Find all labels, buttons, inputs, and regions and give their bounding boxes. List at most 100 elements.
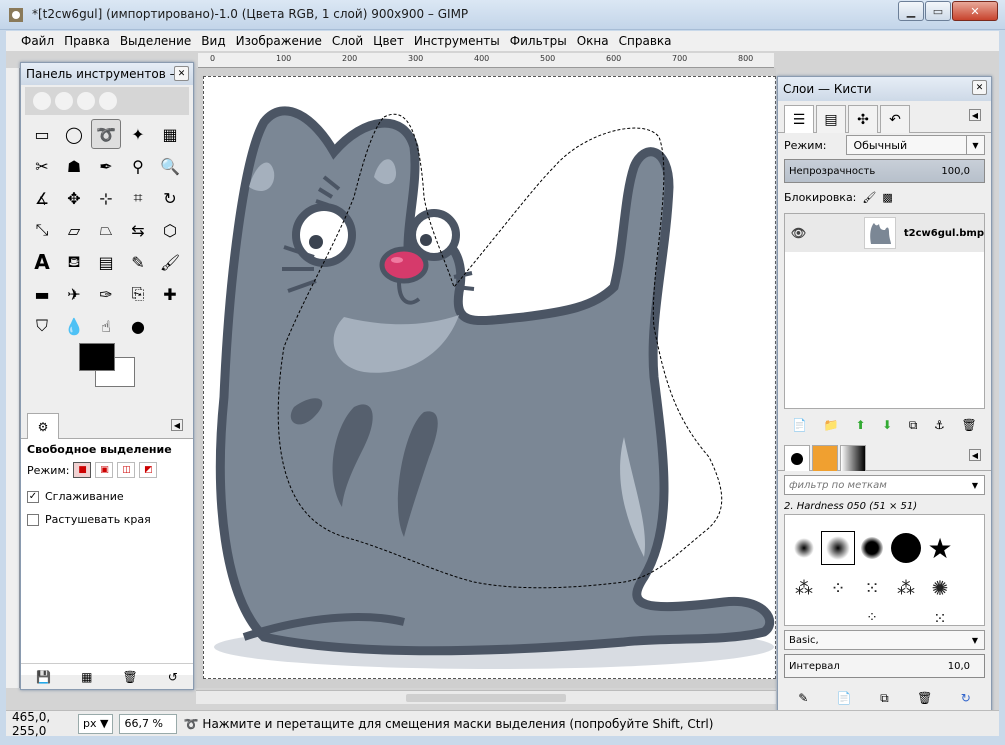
menu-layer[interactable]: Слой xyxy=(327,34,368,48)
layer-mode-select[interactable]: Обычный ▼ xyxy=(846,135,985,155)
dock-close-button[interactable]: ✕ xyxy=(972,80,987,95)
toolbox-title-bar[interactable]: Панель инструментов — ✕ xyxy=(21,63,193,85)
brush-item[interactable]: ⁂ xyxy=(787,571,821,605)
scissors-tool[interactable]: ✂ xyxy=(27,151,57,181)
mode-add-button[interactable]: ▣ xyxy=(95,462,114,478)
paintbrush-tool[interactable]: 🖌 xyxy=(155,247,185,277)
menu-image[interactable]: Изображение xyxy=(231,34,327,48)
horizontal-ruler[interactable]: 0 100 200 300 400 500 600 700 800 xyxy=(198,53,774,68)
antialias-option[interactable]: ✓ Сглаживание xyxy=(27,490,187,503)
layers-list[interactable]: 👁 t2cw6gul.bmp xyxy=(784,213,985,409)
menu-file[interactable]: Файл xyxy=(16,34,59,48)
visibility-eye-icon[interactable]: 👁 xyxy=(791,226,809,240)
tab-channels[interactable]: ▤ xyxy=(816,105,846,133)
shear-tool[interactable]: ▱ xyxy=(59,215,89,245)
heal-tool[interactable]: ✚ xyxy=(155,279,185,309)
maximize-button[interactable]: ▭ xyxy=(925,1,951,21)
menu-windows[interactable]: Окна xyxy=(572,34,614,48)
wilber-drop-area[interactable] xyxy=(25,87,189,115)
smudge-tool[interactable]: ☝ xyxy=(91,311,121,341)
close-button[interactable]: ✕ xyxy=(952,1,998,21)
lock-alpha-icon[interactable]: ▩ xyxy=(882,191,892,204)
blur-tool[interactable]: 💧 xyxy=(59,311,89,341)
perspective-tool[interactable]: ⏢ xyxy=(91,215,121,245)
menu-tools[interactable]: Инструменты xyxy=(409,34,505,48)
brush-item[interactable]: ★ xyxy=(923,531,957,565)
minimize-button[interactable]: ▁ xyxy=(898,1,924,21)
dock-title-bar[interactable]: Слои — Кисти ✕ xyxy=(778,77,991,101)
spacing-slider[interactable]: Интервал 10,0 xyxy=(784,654,985,678)
new-layer-icon[interactable]: 📄 xyxy=(792,418,807,432)
menu-colors[interactable]: Цвет xyxy=(368,34,409,48)
new-brush-icon[interactable]: 📄 xyxy=(837,691,852,705)
flip-tool[interactable]: ⇆ xyxy=(123,215,153,245)
delete-brush-icon[interactable]: 🗑 xyxy=(917,691,932,705)
bucket-fill-tool[interactable]: ⛾ xyxy=(59,247,89,277)
brush-item[interactable]: ⁘ xyxy=(855,601,889,625)
foreground-color[interactable] xyxy=(79,343,115,371)
mode-intersect-button[interactable]: ◩ xyxy=(139,462,158,478)
save-options-icon[interactable]: 💾 xyxy=(36,670,51,684)
brush-set-select[interactable]: Basic, ▼ xyxy=(784,630,985,650)
tab-paths[interactable]: ✣ xyxy=(848,105,878,133)
raise-layer-icon[interactable]: ⬆ xyxy=(855,418,865,432)
toolbox-close-button[interactable]: ✕ xyxy=(174,66,189,81)
tab-menu-icon[interactable]: ◀ xyxy=(171,419,183,431)
measure-tool[interactable]: ∡ xyxy=(27,183,57,213)
duplicate-layer-icon[interactable]: ⧉ xyxy=(909,418,918,433)
brush-item[interactable]: ⁘ xyxy=(821,571,855,605)
cage-tool[interactable]: ⬡ xyxy=(155,215,185,245)
brush-item[interactable]: ⁙ xyxy=(923,601,957,626)
tag-filter-input[interactable]: фильтр по меткам ▼ xyxy=(784,475,985,495)
mode-replace-button[interactable]: ■ xyxy=(73,462,92,478)
brush-tab-menu-icon[interactable]: ◀ xyxy=(969,449,981,461)
scale-tool[interactable]: ⤡ xyxy=(27,215,57,245)
free-select-tool[interactable]: ➰ xyxy=(91,119,121,149)
eraser-tool[interactable]: ▬ xyxy=(27,279,57,309)
menu-view[interactable]: Вид xyxy=(196,34,230,48)
ellipse-select-tool[interactable]: ◯ xyxy=(59,119,89,149)
zoom-tool[interactable]: 🔍 xyxy=(155,151,185,181)
mode-subtract-button[interactable]: ◫ xyxy=(117,462,136,478)
feather-checkbox[interactable] xyxy=(27,513,39,526)
tab-gradients[interactable] xyxy=(840,445,866,471)
tab-undo[interactable]: ↶ xyxy=(880,105,910,133)
refresh-brushes-icon[interactable]: ↻ xyxy=(961,691,971,705)
text-tool[interactable]: A xyxy=(27,247,57,277)
menu-filters[interactable]: Фильтры xyxy=(505,34,572,48)
zoom-select[interactable]: 66,7 % xyxy=(119,713,178,734)
blend-tool[interactable]: ▤ xyxy=(91,247,121,277)
align-tool[interactable]: ⊹ xyxy=(91,183,121,213)
foreground-select-tool[interactable]: ☗ xyxy=(59,151,89,181)
anchor-layer-icon[interactable]: ⚓ xyxy=(934,418,945,432)
crop-tool[interactable]: ⌗ xyxy=(123,183,153,213)
brush-item[interactable] xyxy=(787,531,821,565)
rotate-tool[interactable]: ↻ xyxy=(155,183,185,213)
lock-pixels-icon[interactable]: 🖌 xyxy=(862,191,876,204)
delete-layer-icon[interactable]: 🗑 xyxy=(961,418,976,432)
restore-options-icon[interactable]: ▦ xyxy=(81,670,92,684)
rect-select-tool[interactable]: ▭ xyxy=(27,119,57,149)
brush-item[interactable]: ⁙ xyxy=(855,571,889,605)
fuzzy-select-tool[interactable]: ✦ xyxy=(123,119,153,149)
tool-options-tab[interactable]: ⚙ xyxy=(27,413,59,439)
layer-row[interactable]: 👁 t2cw6gul.bmp xyxy=(785,214,984,252)
menu-edit[interactable]: Правка xyxy=(59,34,115,48)
paths-tool[interactable]: ✒ xyxy=(91,151,121,181)
color-select-tool[interactable]: ▦ xyxy=(155,119,185,149)
color-picker-tool[interactable]: ⚲ xyxy=(123,151,153,181)
brush-item[interactable]: ⁂ xyxy=(889,571,923,605)
pencil-tool[interactable]: ✎ xyxy=(123,247,153,277)
brush-grid[interactable]: ★ ⁂ ⁘ ⁙ ⁂ ✺ ⁘ ⁙ xyxy=(784,514,985,626)
perspective-clone-tool[interactable]: ⛉ xyxy=(27,311,57,341)
duplicate-brush-icon[interactable]: ⧉ xyxy=(880,691,889,706)
move-tool[interactable]: ✥ xyxy=(59,183,89,213)
new-layer-group-icon[interactable]: 📁 xyxy=(824,418,839,432)
menu-help[interactable]: Справка xyxy=(614,34,677,48)
menu-select[interactable]: Выделение xyxy=(115,34,196,48)
scrollbar-thumb[interactable] xyxy=(406,694,566,702)
dodge-burn-tool[interactable]: ● xyxy=(123,311,153,341)
brush-item[interactable] xyxy=(889,531,923,565)
unit-select[interactable]: px ▼ xyxy=(78,713,114,734)
tab-patterns[interactable] xyxy=(812,445,838,471)
